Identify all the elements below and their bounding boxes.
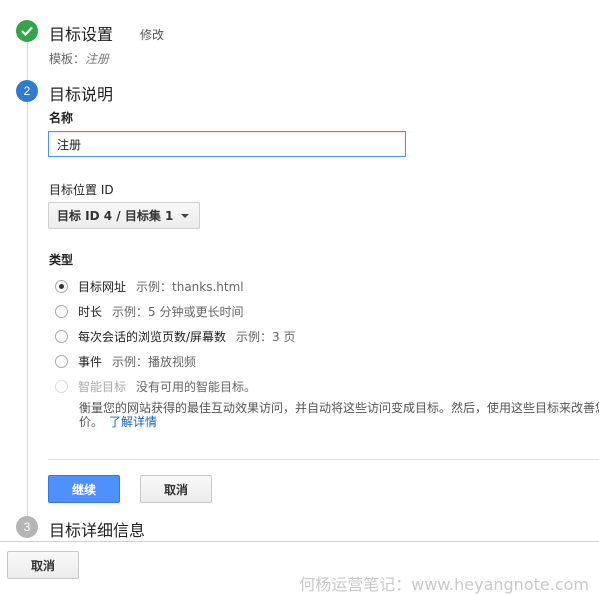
footer-divider [0, 541, 599, 542]
template-value: 注册 [85, 52, 110, 66]
step-complete-check-icon [16, 20, 38, 42]
type-label-pages: 每次会话的浏览页数/屏幕数 [78, 330, 227, 344]
goal-slot-dropdown[interactable]: 目标 ID 4 / 目标集 1 [48, 202, 201, 229]
template-prefix: 模板： [49, 52, 86, 66]
edit-link[interactable]: 修改 [140, 26, 164, 43]
type-option-destination[interactable]: 目标网址 示例：thanks.html [55, 278, 244, 295]
type-label-duration: 时长 [78, 305, 103, 319]
radio-button[interactable] [55, 280, 68, 293]
slot-id-label: 目标位置 ID [49, 183, 114, 197]
type-label-destination: 目标网址 [78, 280, 127, 294]
step-connector-line [27, 40, 28, 518]
type-option-event[interactable]: 事件 示例：播放视频 [55, 353, 196, 370]
learn-more-link[interactable]: 了解详情 [109, 415, 157, 429]
template-info: 模板：注册 [49, 50, 109, 67]
radio-button[interactable] [55, 355, 68, 368]
step3-title: 目标详细信息 [49, 521, 146, 540]
type-option-pages[interactable]: 每次会话的浏览页数/屏幕数 示例：3 页 [55, 328, 296, 345]
step3-number-badge: 3 [16, 516, 38, 538]
type-label: 类型 [49, 253, 74, 267]
goal-name-input[interactable] [48, 131, 406, 157]
chevron-down-icon [181, 213, 190, 218]
radio-button[interactable] [55, 330, 68, 343]
continue-button[interactable]: 继续 [48, 475, 120, 503]
type-example-smart: 没有可用的智能目标。 [136, 380, 257, 394]
smart-goal-description-cont: 价。 了解详情 [79, 413, 157, 430]
type-example-duration: 示例：5 分钟或更长时间 [112, 305, 244, 319]
radio-button-disabled [55, 380, 68, 393]
watermark: 何杨运营笔记：www.heyangnote.com [299, 575, 589, 594]
type-option-smart: 智能目标 没有可用的智能目标。 [55, 378, 256, 395]
radio-button[interactable] [55, 305, 68, 318]
type-example-destination: 示例：thanks.html [136, 280, 244, 294]
section-divider [48, 459, 599, 460]
step1-title: 目标设置 [49, 25, 114, 44]
step2-title: 目标说明 [49, 85, 114, 104]
name-label: 名称 [49, 111, 74, 125]
type-option-duration[interactable]: 时长 示例：5 分钟或更长时间 [55, 303, 243, 320]
type-label-event: 事件 [78, 355, 103, 369]
type-example-pages: 示例：3 页 [236, 330, 296, 344]
type-example-event: 示例：播放视频 [112, 355, 197, 369]
type-label-smart: 智能目标 [78, 380, 127, 394]
smart-goal-description-end: 价。 [79, 415, 104, 429]
cancel-bottom-button[interactable]: 取消 [7, 551, 79, 579]
step2-number-badge: 2 [16, 80, 38, 102]
goal-slot-value: 目标 ID 4 / 目标集 1 [57, 209, 174, 223]
cancel-button[interactable]: 取消 [140, 475, 212, 503]
